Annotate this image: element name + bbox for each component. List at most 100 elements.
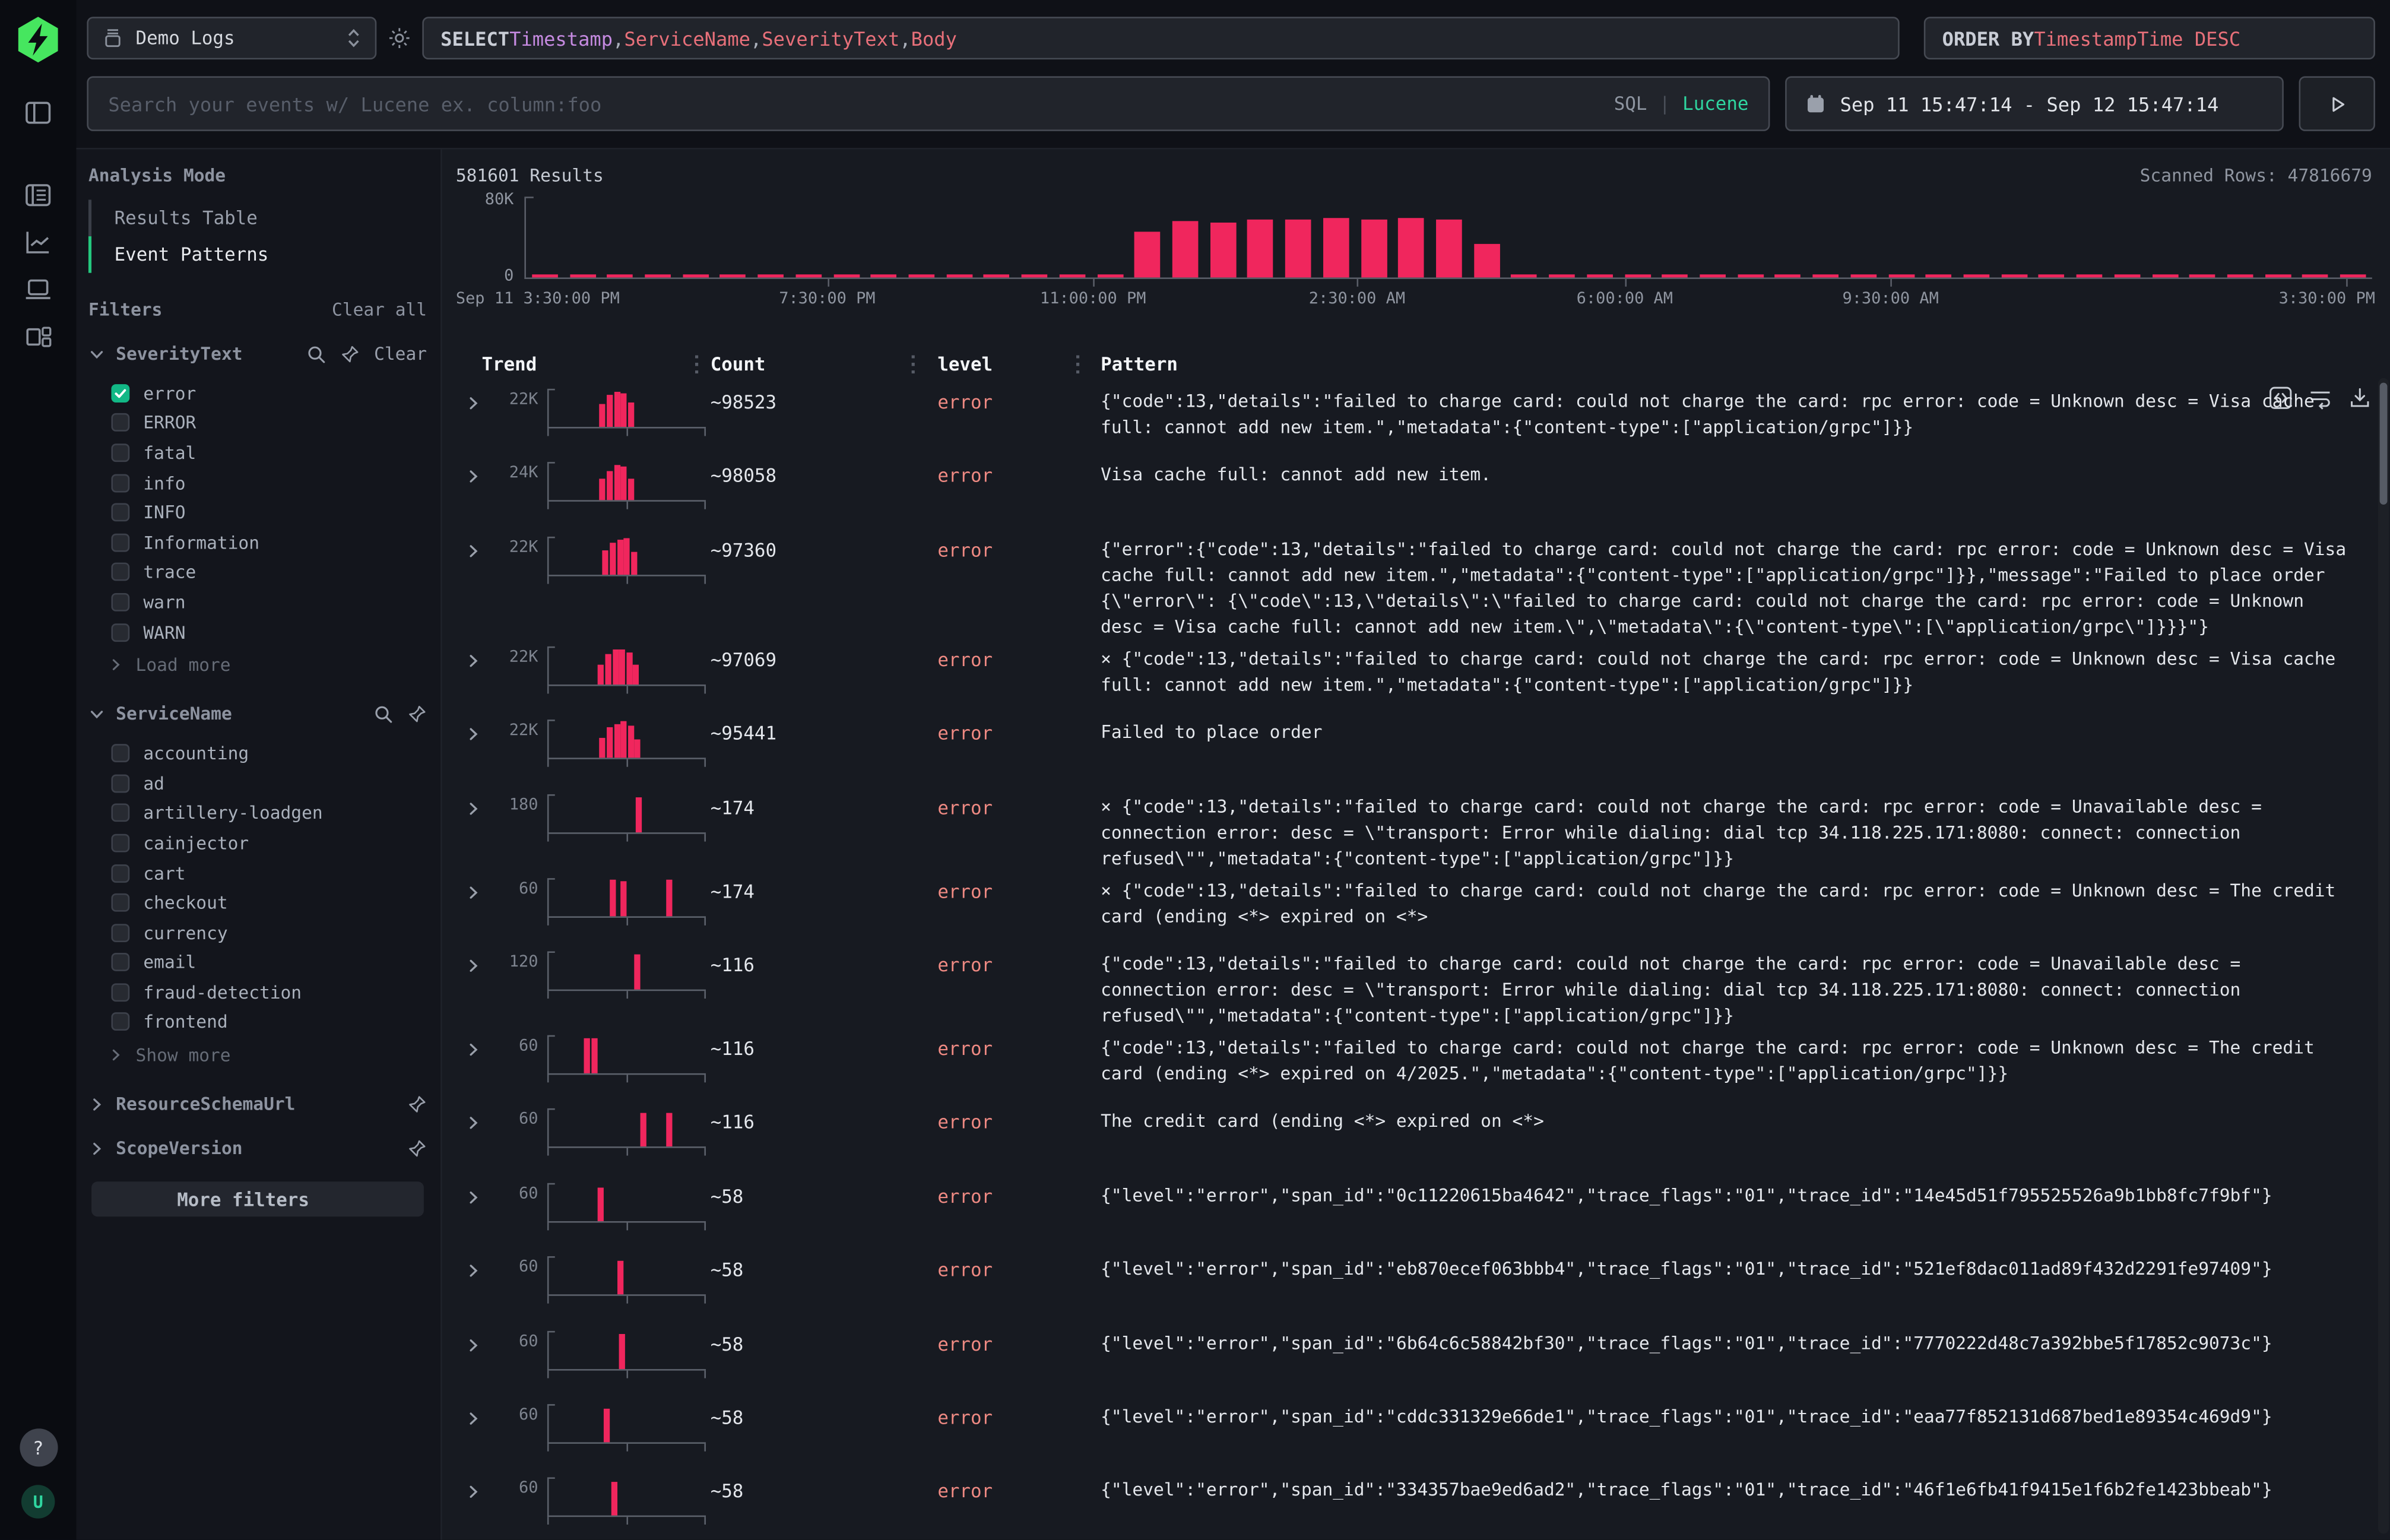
filter-group-header[interactable]: ScopeVersion	[88, 1137, 427, 1159]
checkbox[interactable]	[111, 414, 129, 432]
filter-option[interactable]: warn	[88, 587, 427, 617]
pin-icon[interactable]	[407, 1094, 427, 1114]
column-header-pattern[interactable]: Pattern	[1101, 354, 1178, 375]
table-row[interactable]: 60~116error{"code":13,"details":"failed …	[456, 1029, 2357, 1102]
analysis-mode-option[interactable]: Results Table	[88, 199, 427, 236]
dashboards-icon[interactable]	[23, 322, 53, 352]
select-clause-input[interactable]: SELECT Timestamp, ServiceName, SeverityT…	[422, 17, 1899, 59]
checkbox[interactable]	[111, 623, 129, 641]
filter-option[interactable]: frontend	[88, 1007, 427, 1037]
pattern-cell[interactable]: The credit card (ending <*> expired on <…	[1089, 1103, 2357, 1135]
filter-option[interactable]: email	[88, 948, 427, 977]
checkbox[interactable]	[111, 593, 129, 611]
pattern-cell[interactable]: × {"code":13,"details":"failed to charge…	[1089, 788, 2357, 872]
table-row[interactable]: 22K~95441errorFailed to place order	[456, 714, 2357, 787]
filter-option[interactable]: trace	[88, 557, 427, 587]
table-row[interactable]: 60~58error{"level":"error","span_id":"eb…	[456, 1250, 2357, 1324]
filter-group-header[interactable]: SeverityTextClear	[88, 343, 427, 365]
app-logo-icon[interactable]	[14, 15, 62, 64]
mode-lucene[interactable]: Lucene	[1682, 93, 1748, 115]
table-row[interactable]: 120~116error{"code":13,"details":"failed…	[456, 945, 2357, 1029]
pattern-cell[interactable]: {"level":"error","span_id":"334357bae9ed…	[1089, 1472, 2357, 1504]
pattern-cell[interactable]: {"code":13,"details":"failed to charge c…	[1089, 1029, 2357, 1087]
row-expand-button[interactable]	[456, 872, 493, 901]
table-row[interactable]: 24K~98058errorVisa cache full: cannot ad…	[456, 457, 2357, 530]
filter-option[interactable]: cainjector	[88, 828, 427, 858]
row-expand-button[interactable]	[456, 1398, 493, 1427]
pin-icon[interactable]	[407, 1139, 427, 1158]
filter-option[interactable]: cart	[88, 858, 427, 888]
column-drag-handle-icon[interactable]	[1076, 354, 1079, 374]
pattern-cell[interactable]: × {"code":13,"details":"failed to charge…	[1089, 872, 2357, 930]
filter-group-header[interactable]: ServiceName	[88, 704, 427, 725]
filter-option[interactable]: ad	[88, 768, 427, 798]
column-header-count[interactable]: Count	[711, 354, 766, 375]
help-button[interactable]: ?	[19, 1428, 57, 1466]
filter-option[interactable]: accounting	[88, 739, 427, 768]
pattern-cell[interactable]: {"code":13,"details":"failed to charge c…	[1089, 945, 2357, 1029]
row-expand-button[interactable]	[456, 640, 493, 669]
pattern-cell[interactable]: × {"code":13,"details":"failed to charge…	[1089, 640, 2357, 698]
order-by-input[interactable]: ORDER BY TimestampTime DESC	[1924, 17, 2375, 59]
pattern-cell[interactable]: {"level":"error","span_id":"0c11220615ba…	[1089, 1177, 2357, 1209]
table-row[interactable]: 60~174error× {"code":13,"details":"faile…	[456, 872, 2357, 945]
checkbox[interactable]	[111, 983, 129, 1002]
pattern-cell[interactable]: {"code":13,"details":"failed to charge c…	[1089, 383, 2357, 441]
pattern-cell[interactable]: {"level":"error","span_id":"eb870ecef063…	[1089, 1250, 2357, 1282]
checkbox[interactable]	[111, 533, 129, 552]
chart-explorer-icon[interactable]	[23, 227, 53, 258]
sessions-icon[interactable]	[23, 274, 53, 305]
filter-option[interactable]: Information	[88, 527, 427, 557]
load-more-button[interactable]: Load more	[88, 650, 427, 680]
row-expand-button[interactable]	[456, 1250, 493, 1279]
row-expand-button[interactable]	[456, 457, 493, 486]
row-expand-button[interactable]	[456, 383, 493, 412]
row-expand-button[interactable]	[456, 945, 493, 974]
row-expand-button[interactable]	[456, 1103, 493, 1132]
clear-all-filters-button[interactable]: Clear all	[332, 299, 427, 320]
row-expand-button[interactable]	[456, 530, 493, 559]
table-row[interactable]: 22K~98523error{"code":13,"details":"fail…	[456, 383, 2357, 457]
table-row[interactable]: 60~58error{"level":"error","span_id":"33…	[456, 1472, 2357, 1540]
table-row[interactable]: 60~58error{"level":"error","span_id":"cd…	[456, 1398, 2357, 1472]
filter-option[interactable]: fraud-detection	[88, 977, 427, 1007]
mode-sql[interactable]: SQL	[1614, 93, 1647, 115]
filter-option[interactable]: fatal	[88, 438, 427, 467]
search-input[interactable]	[88, 92, 1614, 115]
filter-option[interactable]: checkout	[88, 888, 427, 917]
table-row[interactable]: 22K~97360error{"error":{"code":13,"detai…	[456, 530, 2357, 640]
search-logs-icon[interactable]	[23, 180, 53, 210]
checkbox[interactable]	[111, 834, 129, 852]
filter-option[interactable]: ERROR	[88, 408, 427, 438]
row-expand-button[interactable]	[456, 1029, 493, 1058]
table-row[interactable]: 180~174error× {"code":13,"details":"fail…	[456, 788, 2357, 872]
row-expand-button[interactable]	[456, 1472, 493, 1501]
checkbox[interactable]	[111, 384, 129, 403]
results-histogram[interactable]: 80K 0 Sep 11 3:30:00 PM7:30:00 PM11:00:0…	[524, 197, 2372, 312]
checkbox[interactable]	[111, 443, 129, 462]
checkbox[interactable]	[111, 893, 129, 912]
column-header-level[interactable]: level	[937, 354, 993, 375]
sidebar-toggle-icon[interactable]	[23, 97, 53, 128]
time-range-picker[interactable]: Sep 11 15:47:14 - Sep 12 15:47:14	[1785, 76, 2284, 131]
column-drag-handle-icon[interactable]	[695, 354, 698, 374]
table-row[interactable]: 60~116errorThe credit card (ending <*> e…	[456, 1103, 2357, 1177]
table-row[interactable]: 60~58error{"level":"error","span_id":"0c…	[456, 1177, 2357, 1250]
pattern-cell[interactable]: {"error":{"code":13,"details":"failed to…	[1089, 530, 2357, 640]
clear-filter-button[interactable]: Clear	[374, 343, 427, 365]
pattern-cell[interactable]: {"level":"error","span_id":"cddc331329e6…	[1089, 1398, 2357, 1430]
analysis-mode-option[interactable]: Event Patterns	[88, 236, 427, 273]
checkbox[interactable]	[111, 774, 129, 793]
run-query-button[interactable]	[2299, 76, 2375, 131]
checkbox[interactable]	[111, 474, 129, 492]
filter-option[interactable]: error	[88, 378, 427, 408]
load-more-button[interactable]: Show more	[88, 1040, 427, 1070]
pattern-cell[interactable]: Visa cache full: cannot add new item.	[1089, 457, 2357, 489]
table-row[interactable]: 60~58error{"level":"error","span_id":"6b…	[456, 1324, 2357, 1398]
pattern-cell[interactable]: {"level":"error","span_id":"6b64c6c58842…	[1089, 1324, 2357, 1356]
pin-icon[interactable]	[341, 344, 360, 363]
search-icon[interactable]	[373, 704, 393, 724]
filter-option[interactable]: INFO	[88, 498, 427, 527]
filter-option[interactable]: info	[88, 468, 427, 498]
checkbox[interactable]	[111, 804, 129, 822]
